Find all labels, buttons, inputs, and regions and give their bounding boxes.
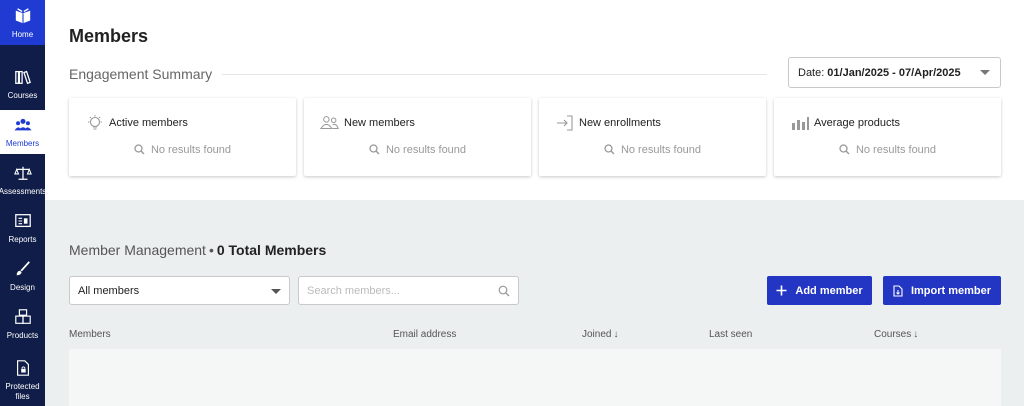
sidebar-item-reports[interactable]: Reports xyxy=(0,206,45,250)
add-member-button[interactable]: Add member xyxy=(767,276,872,305)
column-label: Email address xyxy=(393,329,457,340)
empty-state: No results found xyxy=(69,144,296,158)
search-icon xyxy=(369,144,380,158)
import-member-label: Import member xyxy=(910,284,992,297)
file-import-icon xyxy=(893,284,903,297)
engagement-summary-title: Engagement Summary xyxy=(69,66,213,82)
search-icon xyxy=(134,144,145,158)
column-header-last-seen: Last seen xyxy=(709,329,752,340)
member-management-title: Member Management • 0 Total Members xyxy=(69,242,326,258)
sidebar-item-design[interactable]: Design xyxy=(0,254,45,298)
column-header-email: Email address xyxy=(393,329,456,340)
empty-state: No results found xyxy=(304,144,531,158)
scales-icon xyxy=(13,163,33,183)
column-header-courses[interactable]: Courses ↓ xyxy=(874,329,918,340)
filter-value: All members xyxy=(78,284,140,297)
empty-text: No results found xyxy=(855,144,937,156)
sidebar-item-label: Courses xyxy=(7,91,38,100)
column-label: Last seen xyxy=(709,329,753,340)
stat-card-active-members: Active members No results found xyxy=(69,98,296,176)
users-outline-icon xyxy=(320,114,340,132)
column-label: Joined xyxy=(582,329,612,340)
sidebar: Home Courses Members Assessments Reports… xyxy=(0,0,47,406)
sidebar-item-label: Design xyxy=(10,283,35,292)
date-value: 01/Jan/2025 - 07/Apr/2025 xyxy=(827,66,961,79)
sidebar-item-protected-files[interactable]: Protected files xyxy=(0,356,45,404)
members-table-body xyxy=(69,349,1001,406)
search-icon xyxy=(604,144,615,158)
sidebar-item-label: Protected files xyxy=(5,382,40,401)
empty-text: No results found xyxy=(385,144,467,156)
total-members-count: 0 Total Members xyxy=(216,242,327,258)
divider xyxy=(222,74,767,75)
sidebar-item-label: Members xyxy=(5,139,40,148)
column-header-members: Members xyxy=(69,329,111,340)
add-member-label: Add member xyxy=(795,284,863,297)
card-title: New members xyxy=(344,117,415,129)
empty-text: No results found xyxy=(620,144,702,156)
file-lock-icon xyxy=(13,358,33,378)
sidebar-item-members[interactable]: Members xyxy=(0,110,45,154)
chevron-down-icon xyxy=(271,289,281,294)
plus-icon xyxy=(776,285,787,296)
page-title: Members xyxy=(69,26,149,46)
search-icon xyxy=(498,285,510,300)
title-separator: • xyxy=(208,242,214,258)
lightbulb-icon xyxy=(85,114,105,132)
sidebar-item-courses[interactable]: Courses xyxy=(0,62,45,106)
date-label: Date: xyxy=(798,66,825,79)
search-members[interactable] xyxy=(298,276,519,305)
card-title: Average products xyxy=(814,117,901,129)
stat-card-new-enrollments: New enrollments No results found xyxy=(539,98,766,176)
boxes-icon xyxy=(13,307,33,327)
sort-arrow-down-icon: ↓ xyxy=(913,329,919,340)
sort-arrow-down-icon: ↓ xyxy=(613,329,619,340)
section-title: Member Management xyxy=(69,242,206,258)
import-member-button[interactable]: Import member xyxy=(883,276,1001,305)
card-title: Active members xyxy=(109,117,188,129)
search-input[interactable] xyxy=(307,284,487,297)
sidebar-item-home[interactable]: Home xyxy=(0,0,45,45)
column-label: Courses xyxy=(874,329,912,340)
date-range-select[interactable]: Date: 01/Jan/2025 - 07/Apr/2025 xyxy=(788,57,1001,88)
stat-card-average-products: Average products No results found xyxy=(774,98,1001,176)
empty-state: No results found xyxy=(774,144,1001,158)
bar-chart-icon xyxy=(790,114,810,132)
chevron-down-icon xyxy=(980,70,990,75)
column-header-joined[interactable]: Joined ↓ xyxy=(582,329,618,340)
empty-text: No results found xyxy=(150,144,232,156)
sidebar-item-label: Reports xyxy=(8,235,37,244)
sidebar-item-label: Products xyxy=(6,331,39,340)
card-title: New enrollments xyxy=(579,117,661,129)
sidebar-item-assessments[interactable]: Assessments xyxy=(0,158,47,202)
empty-state: No results found xyxy=(539,144,766,158)
stat-card-new-members: New members No results found xyxy=(304,98,531,176)
sign-in-icon xyxy=(555,114,575,132)
member-filter-select[interactable]: All members xyxy=(69,276,290,305)
books-icon xyxy=(13,67,33,87)
brush-icon xyxy=(13,259,33,279)
book-open-icon xyxy=(13,6,33,26)
sidebar-item-label: Assessments xyxy=(0,187,47,196)
report-icon xyxy=(13,211,33,231)
sidebar-item-label: Home xyxy=(11,29,34,39)
member-management-section: Member Management • 0 Total Members All me… xyxy=(45,200,1024,406)
sidebar-item-products[interactable]: Products xyxy=(0,302,45,346)
search-icon xyxy=(839,144,850,158)
column-label: Members xyxy=(69,329,111,340)
users-icon xyxy=(13,115,33,135)
